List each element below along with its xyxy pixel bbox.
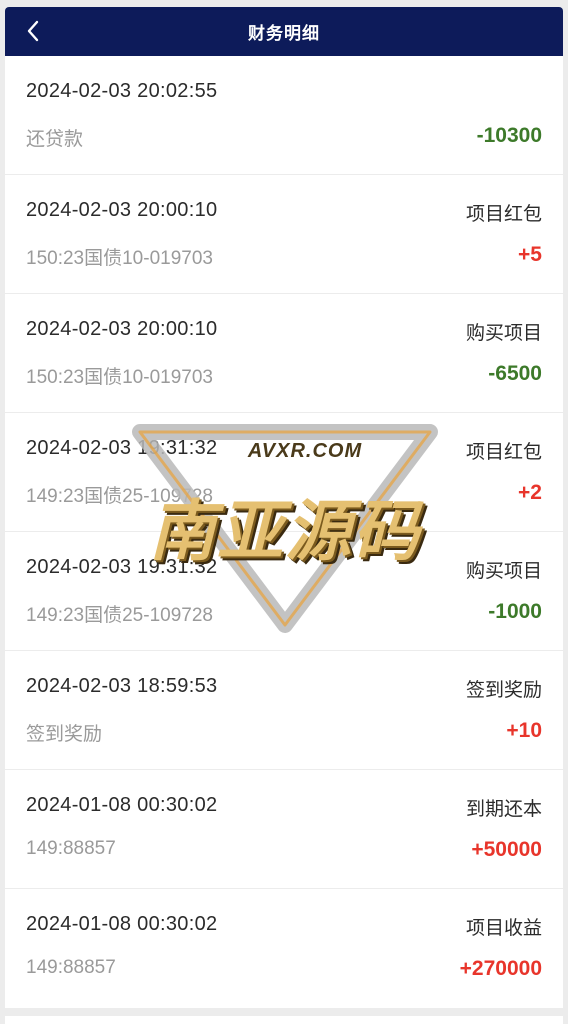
transaction-type: 项目红包 — [465, 442, 542, 463]
transaction-description: 149:88857 — [26, 957, 116, 978]
transaction-type: 购买项目 — [465, 561, 542, 582]
transaction-date: 2024-02-03 19:31:32 — [26, 556, 218, 578]
transaction-description: 还贷款 — [26, 129, 84, 150]
transaction-type: 项目红包 — [465, 204, 542, 225]
transaction-date: 2024-01-08 00:30:02 — [26, 794, 218, 816]
transaction-amount: -1000 — [488, 600, 542, 623]
transaction-date: 2024-02-03 20:02:55 — [26, 80, 218, 102]
finance-detail-page: 财务明细 2024-02-03 20:02:55 还贷款 -10300 2024… — [0, 0, 568, 1024]
transaction-row[interactable]: 2024-02-03 18:59:53 签到奖励 签到奖励 +10 — [5, 651, 563, 770]
header-bar: 财务明细 — [5, 7, 563, 56]
transaction-row[interactable]: 2024-02-03 20:00:10 项目红包 150:23国债10-0197… — [5, 175, 563, 294]
transaction-description: 149:23国债25-109728 — [26, 486, 213, 507]
transaction-row[interactable]: 2024-02-03 19:31:32 项目红包 149:23国债25-1097… — [5, 413, 563, 532]
transaction-amount: +270000 — [459, 957, 542, 980]
transaction-row[interactable]: 2024-01-08 00:30:02 到期还本 149:88857 +5000… — [5, 770, 563, 889]
page-title: 财务明细 — [248, 24, 320, 43]
transaction-description: 签到奖励 — [26, 724, 103, 745]
transaction-row[interactable]: 2024-02-03 20:00:10 购买项目 150:23国债10-0197… — [5, 294, 563, 413]
transaction-description: 149:88857 — [26, 838, 116, 859]
transaction-type: 项目收益 — [465, 918, 542, 939]
transaction-row[interactable]: 2024-02-03 19:31:32 购买项目 149:23国债25-1097… — [5, 532, 563, 651]
transaction-description: 150:23国债10-019703 — [26, 367, 213, 388]
transaction-row[interactable]: 2024-02-03 20:02:55 还贷款 -10300 — [5, 56, 563, 175]
transaction-date: 2024-02-03 20:00:10 — [26, 199, 218, 221]
transaction-amount: -10300 — [476, 124, 542, 147]
transaction-list: 2024-02-03 20:02:55 还贷款 -10300 2024-02-0… — [5, 56, 563, 1009]
chevron-left-icon — [27, 20, 39, 42]
transaction-description: 150:23国债10-019703 — [26, 248, 213, 269]
transaction-date: 2024-01-08 00:30:02 — [26, 913, 218, 935]
transaction-row[interactable]: 2024-01-08 00:30:02 项目收益 149:88857 +2700… — [5, 889, 563, 1009]
bottom-edge — [5, 1016, 563, 1024]
transaction-date: 2024-02-03 19:31:32 — [26, 437, 218, 459]
transaction-amount: -6500 — [488, 362, 542, 385]
back-button[interactable] — [19, 17, 47, 45]
transaction-amount: +50000 — [471, 838, 542, 861]
transaction-description: 149:23国债25-109728 — [26, 605, 213, 626]
transaction-amount: +2 — [518, 481, 542, 504]
transaction-amount: +5 — [518, 243, 542, 266]
transaction-date: 2024-02-03 20:00:10 — [26, 318, 218, 340]
transaction-type: 购买项目 — [465, 323, 542, 344]
transaction-date: 2024-02-03 18:59:53 — [26, 675, 218, 697]
transaction-amount: +10 — [506, 719, 542, 742]
transaction-type: 到期还本 — [465, 799, 542, 820]
transaction-type: 签到奖励 — [465, 680, 542, 701]
